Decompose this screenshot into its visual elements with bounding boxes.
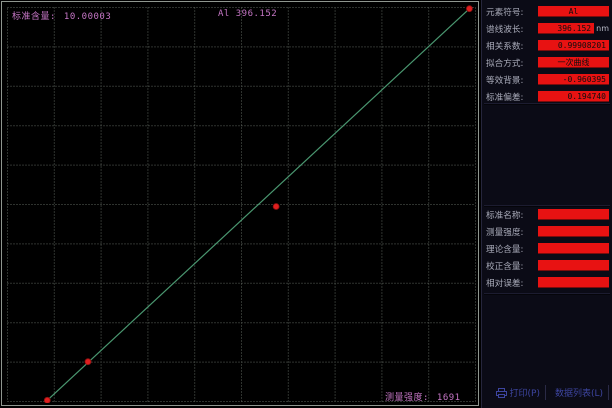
panel-separator (484, 293, 610, 295)
calibration-chart: 标准含量: 10.00003 Al 396.152 测量强度: 1691 (1, 1, 479, 406)
wavelength-field: 396.152 (538, 23, 594, 34)
corrected-content-label: 校正含量: (486, 259, 536, 271)
correlation-label: 相关系数: (486, 39, 536, 51)
data-list-button-label: 数据列表(L) (555, 386, 603, 399)
panel-separator (484, 103, 610, 105)
x-axis-annotation: 测量强度: 1691 (385, 390, 461, 403)
calibration-plot (2, 2, 477, 403)
data-list-button[interactable]: 数据列表(L) (553, 385, 609, 400)
printer-icon (496, 388, 507, 398)
correlation-row: 相关系数: 0.99908201 (486, 40, 609, 51)
relative-error-row: 相对误差: (486, 277, 609, 288)
stddev-field: 0.194740 (538, 91, 609, 102)
equivalent-background-row: 等效背景: -0.960395 (486, 74, 609, 85)
measured-intensity-field (538, 226, 609, 237)
fit-method-label: 拟合方式: (486, 56, 536, 68)
relative-error-field (538, 277, 609, 288)
relative-error-label: 相对误差: (486, 276, 536, 288)
calibration-curve-window: { "window": { "bg": "#000000", "width": … (0, 0, 612, 408)
button-bar: 打印(P) 数据列表(L) (494, 385, 610, 400)
fit-parameters-group: 元素符号: Al 谱线波长: 396.152 nm 相关系数: 0.999082… (486, 6, 609, 108)
fit-method-row: 拟合方式: 一次曲线 (486, 57, 609, 68)
stddev-row: 标准偏差: 0.194740 (486, 91, 609, 102)
corrected-content-field (538, 260, 609, 271)
fit-method-field: 一次曲线 (538, 57, 609, 68)
standard-name-row: 标准名称: (486, 209, 609, 220)
element-symbol-label: 元素符号: (486, 5, 536, 17)
standard-name-field (538, 209, 609, 220)
print-button[interactable]: 打印(P) (494, 385, 546, 400)
theoretical-content-label: 理论含量: (486, 242, 536, 254)
y-axis-annotation: 标准含量: 10.00003 (12, 9, 111, 22)
corrected-content-row: 校正含量: (486, 260, 609, 271)
element-symbol-field: Al (538, 6, 609, 17)
equivalent-background-field: -0.960395 (538, 74, 609, 85)
y-axis-max-value: 10.00003 (64, 12, 111, 22)
measured-intensity-label: 测量强度: (486, 225, 536, 237)
element-symbol-row: 元素符号: Al (486, 6, 609, 17)
equivalent-background-label: 等效背景: (486, 73, 536, 85)
x-axis-label: 测量强度: (385, 393, 429, 403)
y-axis-label: 标准含量: (12, 12, 56, 22)
theoretical-content-row: 理论含量: (486, 243, 609, 254)
sample-readout-group: 标准名称: 测量强度: 理论含量: 校正含量: 相对误差: (486, 209, 609, 294)
measured-intensity-row: 测量强度: (486, 226, 609, 237)
chart-title: Al 396.152 (218, 9, 277, 19)
stddev-label: 标准偏差: (486, 90, 536, 102)
print-button-label: 打印(P) (510, 386, 540, 399)
results-panel: 元素符号: Al 谱线波长: 396.152 nm 相关系数: 0.999082… (481, 0, 612, 408)
panel-separator (484, 205, 610, 207)
standard-name-label: 标准名称: (486, 208, 536, 220)
wavelength-row: 谱线波长: 396.152 nm (486, 23, 609, 34)
wavelength-label: 谱线波长: (486, 22, 536, 34)
correlation-field: 0.99908201 (538, 40, 609, 51)
wavelength-unit: nm (596, 24, 609, 33)
x-axis-max-value: 1691 (437, 393, 461, 403)
theoretical-content-field (538, 243, 609, 254)
